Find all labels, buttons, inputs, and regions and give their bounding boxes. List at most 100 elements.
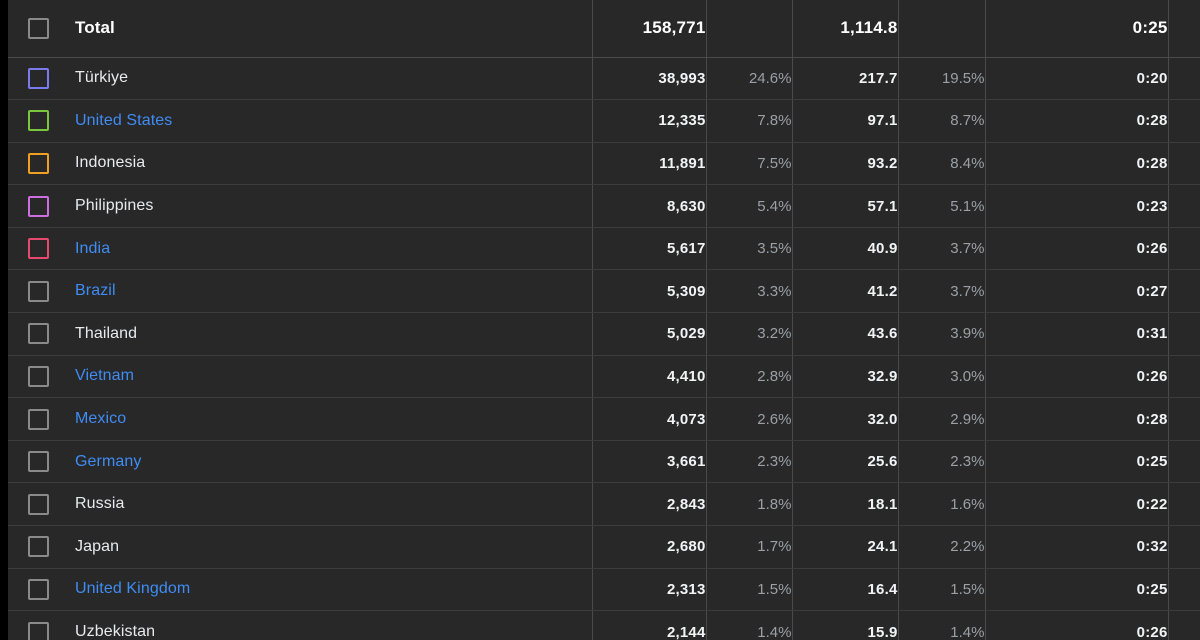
- duration-value: 0:25: [985, 440, 1169, 484]
- series-checkbox[interactable]: [28, 280, 49, 302]
- series-checkbox[interactable]: [28, 451, 49, 473]
- sessions-value: 41.2: [792, 269, 899, 314]
- users-percent: 7.5%: [706, 142, 793, 186]
- series-checkbox[interactable]: [28, 323, 49, 345]
- series-checkbox[interactable]: [28, 536, 49, 558]
- table-container: Total 158,771 1,114.8 0:25 Türkiye 38,993 24.6…: [8, 0, 1200, 640]
- series-checkbox[interactable]: [28, 365, 49, 387]
- table-body: Total 158,771 1,114.8 0:25 Türkiye 38,993 24.6…: [8, 0, 1200, 640]
- series-checkbox[interactable]: [28, 195, 49, 217]
- tail-cell: [1168, 355, 1200, 399]
- sessions-value: 97.1: [792, 99, 899, 143]
- country-name-cell: Uzbekistan: [8, 610, 593, 640]
- tail-cell: [1168, 610, 1200, 640]
- tail-cell: [1168, 269, 1200, 314]
- country-name-link[interactable]: United Kingdom: [75, 580, 190, 598]
- table-row[interactable]: Vietnam 4,410 2.8% 32.9 3.0% 0:26: [8, 355, 1200, 399]
- series-checkbox[interactable]: [28, 238, 49, 260]
- sessions-value: 57.1: [792, 184, 899, 228]
- duration-value: 0:23: [985, 184, 1169, 228]
- country-name-link: Thailand: [75, 324, 138, 342]
- series-checkbox[interactable]: [28, 493, 49, 515]
- country-name-link: Uzbekistan: [75, 623, 156, 640]
- country-name-cell: Mexico: [8, 397, 593, 441]
- country-name-cell: Vietnam: [8, 355, 593, 399]
- table-row[interactable]: Brazil 5,309 3.3% 41.2 3.7% 0:27: [8, 269, 1200, 314]
- series-checkbox[interactable]: [28, 408, 49, 430]
- series-checkbox[interactable]: [28, 621, 49, 640]
- sessions-percent: 3.7%: [898, 227, 986, 271]
- country-name-link[interactable]: Germany: [75, 453, 142, 471]
- users-value: 2,843: [592, 482, 707, 527]
- sessions-value: 18.1: [792, 482, 899, 527]
- table-row[interactable]: United States 12,335 7.8% 97.1 8.7% 0:28: [8, 99, 1200, 143]
- name-cell-inner: Vietnam: [8, 356, 592, 398]
- table-row[interactable]: India 5,617 3.5% 40.9 3.7% 0:26: [8, 227, 1200, 271]
- country-name-link[interactable]: India: [75, 240, 110, 258]
- sessions-percent: 1.4%: [898, 610, 986, 640]
- table-row[interactable]: United Kingdom 2,313 1.5% 16.4 1.5% 0:25: [8, 568, 1200, 612]
- users-percent: 2.8%: [706, 355, 793, 399]
- name-cell-inner: Uzbekistan: [8, 611, 592, 640]
- series-checkbox[interactable]: [28, 152, 49, 174]
- table-row[interactable]: Uzbekistan 2,144 1.4% 15.9 1.4% 0:26: [8, 610, 1200, 640]
- table-row[interactable]: Thailand 5,029 3.2% 43.6 3.9% 0:31: [8, 312, 1200, 356]
- table-row[interactable]: Indonesia 11,891 7.5% 93.2 8.4% 0:28: [8, 142, 1200, 186]
- country-name-cell: India: [8, 227, 593, 271]
- country-name-link[interactable]: United States: [75, 112, 172, 130]
- name-cell-inner: India: [8, 228, 592, 270]
- select-all-checkbox[interactable]: [28, 17, 49, 39]
- sessions-percent: 2.9%: [898, 397, 986, 441]
- country-metrics-table: Total 158,771 1,114.8 0:25 Türkiye 38,993 24.6…: [8, 0, 1200, 640]
- sessions-percent: 1.6%: [898, 482, 986, 527]
- sessions-value: 16.4: [792, 568, 899, 612]
- users-percent: 1.5%: [706, 568, 793, 612]
- table-row[interactable]: Mexico 4,073 2.6% 32.0 2.9% 0:28: [8, 397, 1200, 441]
- users-value: 5,309: [592, 269, 707, 314]
- duration-value: 0:26: [985, 610, 1169, 640]
- users-percent: 2.6%: [706, 397, 793, 441]
- series-checkbox[interactable]: [28, 67, 49, 89]
- duration-value: 0:22: [985, 482, 1169, 527]
- users-value: 5,029: [592, 312, 707, 356]
- sessions-percent: 5.1%: [898, 184, 986, 228]
- table-row[interactable]: Philippines 8,630 5.4% 57.1 5.1% 0:23: [8, 184, 1200, 228]
- users-percent: 3.3%: [706, 269, 793, 314]
- users-value: 38,993: [592, 57, 707, 101]
- tail-cell: [1168, 568, 1200, 612]
- series-checkbox[interactable]: [28, 578, 49, 600]
- users-value: 5,617: [592, 227, 707, 271]
- name-cell-inner: Indonesia: [8, 143, 592, 185]
- country-name-cell: Russia: [8, 482, 593, 527]
- duration-value: 0:32: [985, 525, 1169, 569]
- table-row[interactable]: Türkiye 38,993 24.6% 217.7 19.5% 0:20: [8, 57, 1200, 101]
- name-cell-inner: Türkiye: [8, 58, 592, 100]
- country-name-link: Japan: [75, 537, 120, 555]
- users-value: 4,073: [592, 397, 707, 441]
- users-percent: 1.7%: [706, 525, 793, 569]
- country-name-link[interactable]: Brazil: [75, 282, 116, 300]
- sessions-percent: 2.2%: [898, 525, 986, 569]
- country-name-cell: United States: [8, 99, 593, 143]
- name-cell-inner: Russia: [8, 483, 592, 525]
- series-checkbox[interactable]: [28, 110, 49, 132]
- table-row[interactable]: Russia 2,843 1.8% 18.1 1.6% 0:22: [8, 482, 1200, 527]
- table-row[interactable]: Japan 2,680 1.7% 24.1 2.2% 0:32: [8, 525, 1200, 569]
- sessions-percent: 19.5%: [898, 57, 986, 101]
- country-name-cell: Brazil: [8, 269, 593, 314]
- sessions-value: 24.1: [792, 525, 899, 569]
- duration-value: 0:28: [985, 397, 1169, 441]
- users-percent: 1.4%: [706, 610, 793, 640]
- sessions-value: 217.7: [792, 57, 899, 101]
- tail-cell: [1168, 184, 1200, 228]
- sessions-percent: 2.3%: [898, 440, 986, 484]
- table-row[interactable]: Germany 3,661 2.3% 25.6 2.3% 0:25: [8, 440, 1200, 484]
- users-percent: 3.2%: [706, 312, 793, 356]
- country-name-link[interactable]: Mexico: [75, 410, 126, 428]
- country-name-link[interactable]: Vietnam: [75, 367, 134, 385]
- name-cell-inner: United States: [8, 100, 592, 142]
- name-cell-inner: Philippines: [8, 185, 592, 227]
- total-label: Total: [75, 18, 115, 38]
- country-name-cell: Türkiye: [8, 57, 593, 101]
- duration-value: 0:20: [985, 57, 1169, 101]
